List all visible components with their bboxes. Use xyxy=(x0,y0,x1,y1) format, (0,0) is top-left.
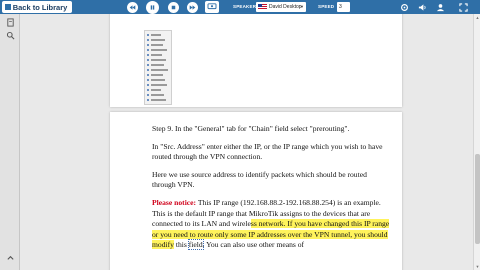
back-to-library-label: Back to Library xyxy=(12,2,68,12)
rewind-button[interactable] xyxy=(127,2,138,13)
back-to-library-button[interactable]: Back to Library xyxy=(2,1,72,13)
speed-label: SPEED xyxy=(318,4,335,9)
speech-settings-icon xyxy=(207,3,217,10)
volume-icon[interactable] xyxy=(418,3,427,12)
chevron-down-icon: ▼ xyxy=(300,4,304,9)
notice-tail-text: . You can also use other means of xyxy=(202,240,305,250)
step-9-paragraph: Step 9. In the "General" tab for "Chain"… xyxy=(152,124,350,133)
stop-button[interactable] xyxy=(168,2,179,13)
vertical-scrollbar[interactable]: ▲ ▼ xyxy=(473,14,480,270)
notice-label: Please notice: xyxy=(152,198,197,208)
page-text: Step 9. In the "General" tab for "Chain"… xyxy=(152,124,392,258)
expand-icon[interactable] xyxy=(6,254,15,263)
fast-forward-button[interactable] xyxy=(187,2,198,13)
back-grid-icon xyxy=(5,4,11,10)
document-page-current: Step 9. In the "General" tab for "Chain"… xyxy=(110,112,402,270)
speaker-label: SPEAKER xyxy=(233,4,257,9)
speech-settings-button[interactable] xyxy=(205,1,219,13)
scrollbar-thumb[interactable] xyxy=(475,154,480,244)
scroll-up-arrow-icon[interactable]: ▲ xyxy=(474,14,480,21)
us-flag-icon xyxy=(258,4,267,10)
pause-button[interactable] xyxy=(146,1,159,14)
voice-select[interactable]: David Desktop ▼ xyxy=(256,2,306,12)
screenshot-thumbnail-image xyxy=(144,30,172,105)
rewind-icon xyxy=(129,5,136,10)
voice-value: David Desktop xyxy=(269,4,302,10)
src-address-paragraph: In "Src. Address" enter either the IP, o… xyxy=(152,141,383,162)
fast-forward-icon xyxy=(189,5,196,10)
notice-this-text: this xyxy=(173,240,189,250)
document-icon[interactable] xyxy=(6,18,15,27)
scroll-down-arrow-icon[interactable]: ▼ xyxy=(474,263,480,270)
settings-icon[interactable] xyxy=(400,3,409,12)
speed-select[interactable]: 3 xyxy=(337,2,350,12)
speed-value: 3 xyxy=(339,4,342,10)
pause-icon xyxy=(150,5,155,10)
search-icon[interactable] xyxy=(6,31,15,40)
fullscreen-icon[interactable] xyxy=(459,3,468,12)
stop-icon xyxy=(171,5,176,10)
notice-paragraph: Please notice: This IP range (192.168.88… xyxy=(152,198,392,251)
reader-toolbar: Back to Library SPEAKER David Desktop ▼ … xyxy=(0,0,480,14)
document-page-previous xyxy=(110,14,402,107)
left-tool-rail xyxy=(0,14,20,270)
here-paragraph: Here we use source address to identify p… xyxy=(152,169,367,190)
user-icon[interactable] xyxy=(436,3,445,12)
document-viewport: Step 9. In the "General" tab for "Chain"… xyxy=(20,14,473,270)
selected-word[interactable]: field xyxy=(187,239,204,251)
